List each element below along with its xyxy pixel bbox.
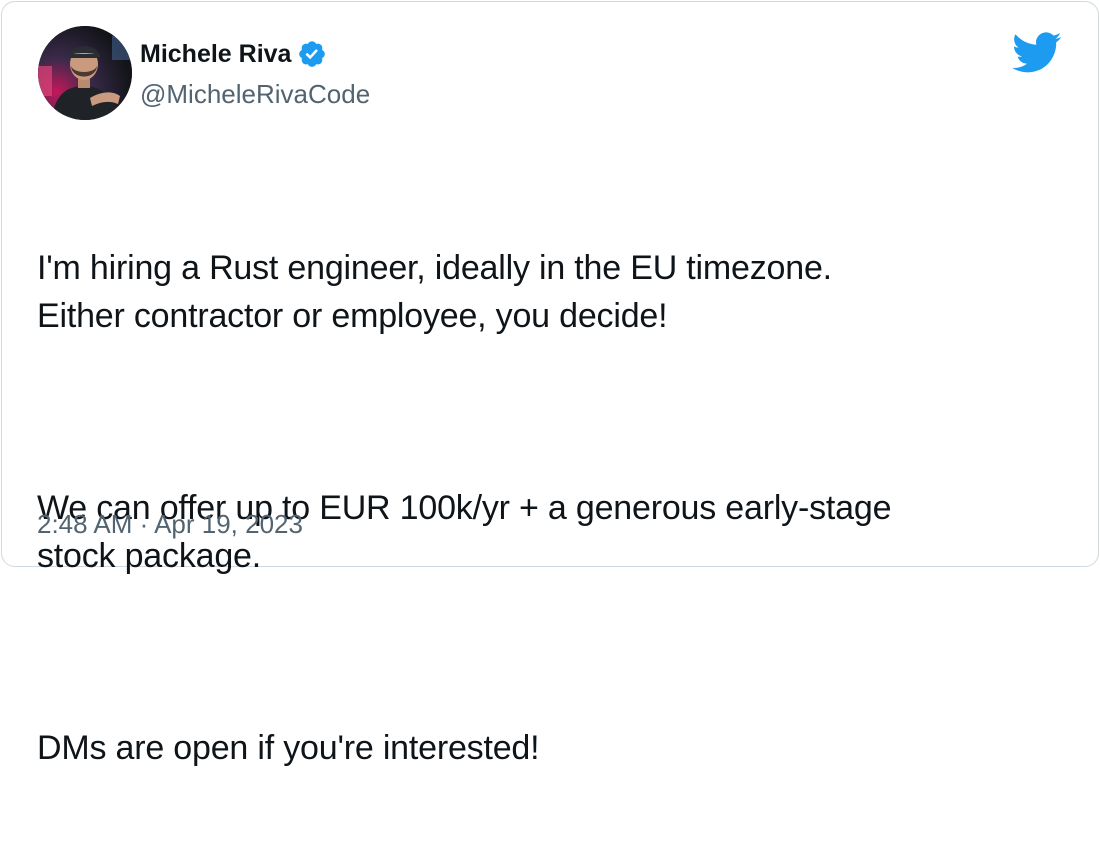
display-name[interactable]: Michele Riva	[140, 36, 291, 72]
verified-badge-icon	[297, 39, 327, 69]
name-row: Michele Riva	[140, 36, 370, 72]
avatar[interactable]	[38, 26, 132, 120]
author-info[interactable]: Michele Riva @MicheleRivaCode	[140, 36, 370, 112]
twitter-bird-icon[interactable]	[1012, 32, 1062, 74]
tweet-paragraph-1: I'm hiring a Rust engineer, ideally in t…	[37, 249, 832, 335]
user-handle[interactable]: @MicheleRivaCode	[140, 76, 370, 112]
tweet-timestamp[interactable]: 2:48 AM · Apr 19, 2023	[37, 506, 303, 542]
tweet-paragraph-3: DMs are open if you're interested!	[37, 729, 540, 767]
avatar-photo-icon	[38, 26, 132, 120]
tweet-card[interactable]: Michele Riva @MicheleRivaCode I'm hiring…	[1, 1, 1099, 767]
